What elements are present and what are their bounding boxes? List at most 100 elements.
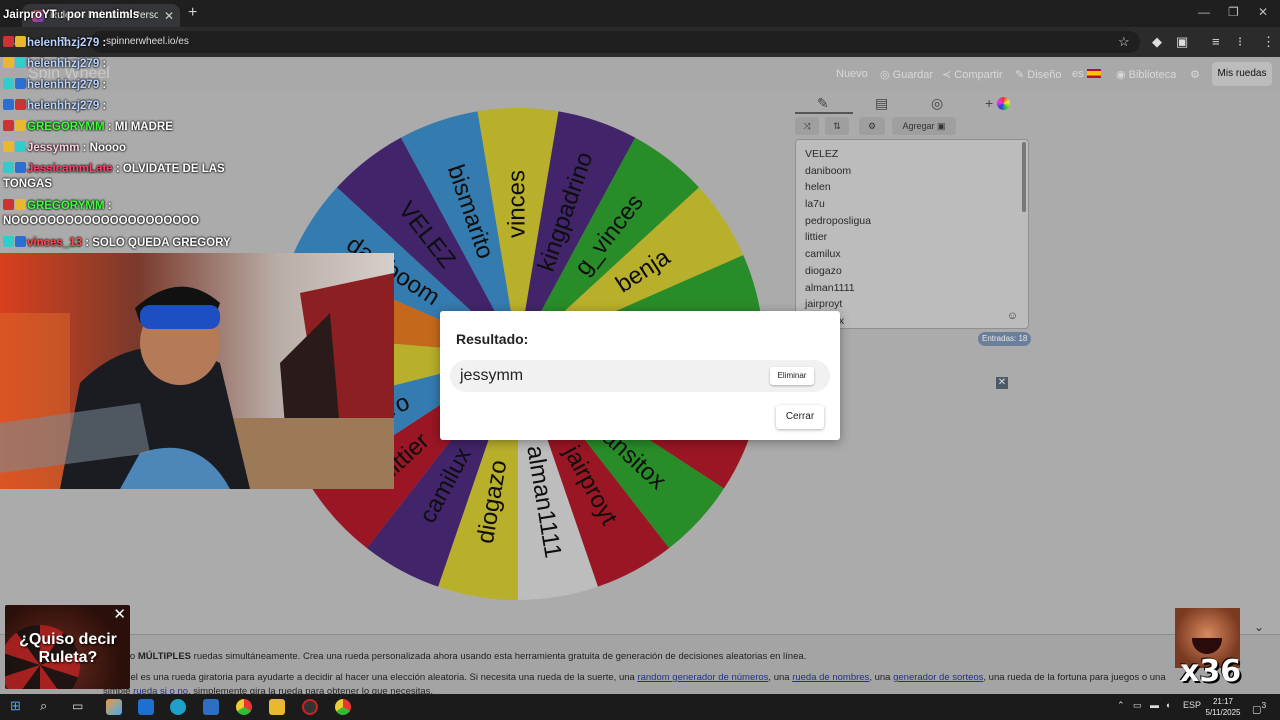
language-indicator[interactable]: ESP [1183, 700, 1201, 710]
puzzle-icon[interactable]: ▣ [1176, 34, 1188, 50]
entry-item[interactable]: pedroposligua [805, 213, 1028, 230]
entry-item[interactable]: helen [805, 179, 1028, 196]
chat-badge-icon [3, 36, 14, 47]
chat-badge-icon [15, 120, 26, 131]
add-wheel-icon[interactable]: + [985, 95, 1011, 111]
settings-button[interactable]: ⚙ [859, 117, 885, 135]
entry-item[interactable]: alman1111 [805, 280, 1028, 297]
store-icon[interactable] [203, 699, 219, 715]
chat-badge-icon [15, 236, 26, 247]
remove-button[interactable]: Eliminar [770, 367, 814, 385]
webcam-image [0, 253, 394, 489]
search-icon[interactable]: ⌕ [40, 698, 47, 714]
chat-username[interactable]: helenhhzj279 [27, 58, 99, 70]
volume-icon[interactable]: ◖ [1165, 700, 1170, 710]
close-dialog-button[interactable]: Cerrar [776, 405, 824, 429]
entry-item[interactable]: la7u [805, 196, 1028, 213]
chrome-icon[interactable] [236, 699, 252, 715]
nav-library[interactable]: ◉ Biblioteca [1116, 68, 1176, 81]
chat-username[interactable]: GREGORYMM [27, 200, 105, 212]
menu-icon[interactable]: ⋮ [1262, 34, 1275, 50]
chat-badge-icon [3, 120, 14, 131]
desc1-bold: MÚLTIPLES [137, 651, 192, 662]
chat-username[interactable]: helenhhzj279 [27, 79, 99, 91]
bookmark-star-icon[interactable]: ☆ [1118, 34, 1130, 50]
entry-item[interactable]: littier [805, 229, 1028, 246]
tab-close-icon[interactable]: ✕ [164, 9, 174, 23]
nav-new[interactable]: Nuevo [836, 68, 868, 80]
chat-username[interactable]: helenhhzj279 [27, 37, 99, 49]
chat-message: helenhhzj279 : [3, 36, 106, 49]
add-image-label: Agregar [902, 121, 935, 131]
entries-scrollbar[interactable] [1022, 142, 1026, 212]
roulette-ad-popup[interactable]: ¿Quiso decir Ruleta? ✕ [5, 605, 130, 689]
file-explorer-icon[interactable] [269, 699, 285, 715]
result-dialog: Resultado: jessymm Eliminar Cerrar [440, 311, 840, 440]
settings-gear-icon[interactable]: ⚙ [1190, 68, 1200, 81]
chat-message: helenhhzj279 : [3, 99, 106, 112]
result-name: jessymm [460, 367, 524, 384]
nav-save[interactable]: ◎ Guardar [880, 68, 933, 81]
chat-message: NOOOOOOOOOOOOOOOOOOOOO [3, 215, 199, 227]
nav-share[interactable]: ≺ Compartir [942, 68, 1003, 81]
chat-text: : [102, 37, 107, 49]
chevron-down-icon[interactable]: ⌄ [1254, 620, 1264, 634]
outlook-icon[interactable] [138, 699, 154, 715]
minimize-button[interactable]: — [1198, 5, 1210, 19]
entry-item[interactable]: jairproyt [805, 296, 1028, 313]
task-view-icon[interactable]: ▭ [72, 699, 83, 713]
windows-start-icon[interactable]: ⊞ [10, 698, 21, 714]
clock-time: 21:17 [1212, 697, 1234, 706]
nav-library-label: Biblioteca [1128, 69, 1177, 81]
multiplier-text: x36 [1180, 654, 1242, 689]
edge-icon[interactable] [170, 699, 186, 715]
my-wheels-button[interactable]: Mis ruedas [1212, 62, 1272, 86]
copilot-icon[interactable] [106, 699, 122, 715]
profile-icon[interactable]: ⁝ [1238, 34, 1242, 50]
link-raffle-generator[interactable]: generador de sorteos [893, 672, 983, 683]
shuffle-button[interactable]: ⤨ [795, 117, 819, 135]
panel-tabs: ✎ ▤ ◎ + [795, 91, 1028, 115]
add-image-button[interactable]: Agregar ▣ [892, 117, 956, 135]
chat-username[interactable]: JessicammLate [27, 163, 113, 175]
meme-mouth [1192, 638, 1222, 654]
chat-username[interactable]: Jessymm [27, 142, 79, 154]
maximize-button[interactable]: ❐ [1228, 5, 1239, 19]
extension-icon[interactable]: ◆ [1152, 34, 1162, 50]
tray-chevron-icon[interactable]: ⌃ [1117, 700, 1125, 711]
new-tab-button[interactable]: + [188, 4, 197, 22]
tab-search-icon[interactable]: ≡ [1212, 34, 1220, 49]
battery-icon[interactable]: ▬ [1150, 700, 1159, 710]
emoji-icon[interactable]: ☺ [1007, 310, 1018, 322]
network-icon[interactable]: ▭ [1133, 700, 1142, 711]
chat-username[interactable]: JairproYT [3, 9, 57, 21]
chat-username[interactable]: vinces_13 [27, 237, 82, 249]
sort-button[interactable]: ⇅ [825, 117, 849, 135]
chat-badge-icon [15, 78, 26, 89]
edit-pencil-icon[interactable]: ✎ [817, 95, 829, 112]
close-window-button[interactable]: ✕ [1258, 5, 1268, 19]
close-box-icon[interactable]: ✕ [996, 377, 1008, 389]
link-number-generator[interactable]: random generador de números [637, 672, 768, 683]
chat-username[interactable]: GREGORYMM [27, 121, 105, 133]
link-name-wheel[interactable]: rueda de nombres [792, 672, 869, 683]
clock[interactable]: 21:17 5/11/2025 [1203, 696, 1243, 718]
entry-item[interactable]: daniboom [805, 163, 1028, 180]
nav-design[interactable]: ✎ Diseño [1015, 68, 1062, 81]
hide-eye-icon[interactable]: ◎ [931, 95, 943, 112]
results-clipboard-icon[interactable]: ▤ [875, 95, 888, 112]
chrome-active-icon[interactable] [335, 699, 351, 715]
chat-username[interactable]: helenhhzj279 [27, 100, 99, 112]
entry-item[interactable]: VELEZ [805, 146, 1028, 163]
obs-icon[interactable] [302, 699, 318, 715]
entry-item[interactable]: camilux [805, 246, 1028, 263]
entry-item[interactable]: diogazo [805, 263, 1028, 280]
address-bar[interactable]: spinnerwheel.io/es [90, 31, 1140, 53]
ad-close-icon[interactable]: ✕ [113, 605, 126, 623]
entries-textarea[interactable]: VELEZ daniboom helen la7u pedroposligua litti… [795, 139, 1029, 329]
nav-language-label: es [1072, 68, 1084, 80]
notification-icon[interactable]: ▢3 [1252, 700, 1266, 715]
chat-badge-icon [3, 236, 14, 247]
chat-message: vinces_13 : SOLO QUEDA GREGORY [3, 236, 231, 249]
nav-language[interactable]: es [1072, 68, 1101, 80]
